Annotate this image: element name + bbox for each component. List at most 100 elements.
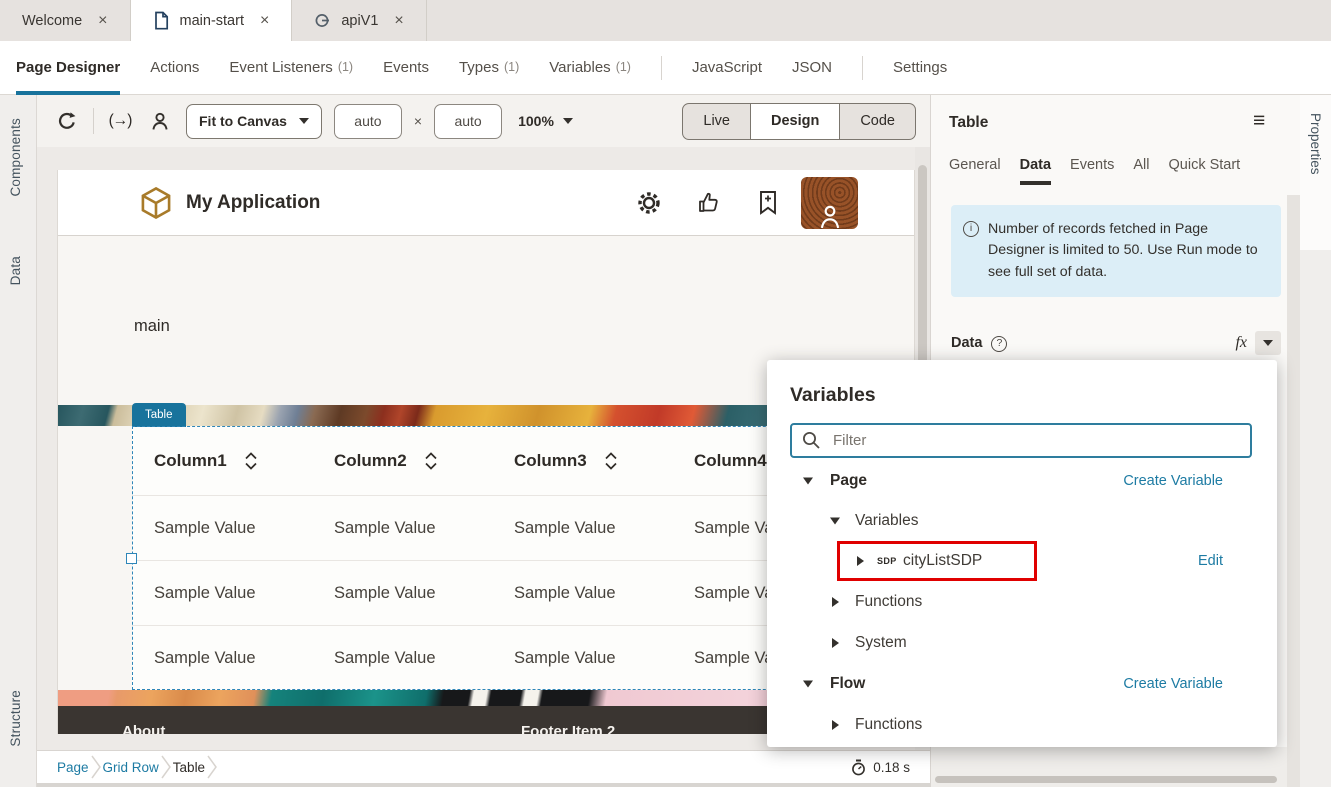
- filter-input[interactable]: [790, 423, 1252, 458]
- tab-quick-start[interactable]: Quick Start: [1169, 157, 1241, 185]
- chevron-down-icon[interactable]: [803, 478, 813, 485]
- tab-events[interactable]: Events: [1070, 157, 1114, 185]
- nav-javascript[interactable]: JavaScript: [692, 41, 762, 95]
- nav-types[interactable]: Types(1): [459, 41, 519, 95]
- breadcrumb-page[interactable]: Page: [57, 760, 89, 775]
- edit-variable-link[interactable]: Edit: [1198, 553, 1223, 569]
- close-icon[interactable]: ×: [98, 12, 107, 30]
- component-badge[interactable]: Table: [132, 403, 186, 427]
- nav-variables[interactable]: Variables(1): [549, 41, 631, 95]
- footer-item[interactable]: Footer Item 2: [521, 723, 615, 734]
- create-variable-link[interactable]: Create Variable: [1123, 676, 1223, 692]
- tab-data[interactable]: Data: [1020, 157, 1051, 185]
- tree-item-flow[interactable]: Flow Create Variable: [767, 664, 1277, 704]
- column-label: Column3: [514, 451, 587, 471]
- fit-to-canvas-select[interactable]: Fit to Canvas: [186, 104, 322, 139]
- breadcrumb-separator: [205, 754, 219, 780]
- thumbs-up-icon[interactable]: [696, 190, 722, 216]
- nav-events[interactable]: Events: [383, 41, 429, 95]
- footer-item[interactable]: About: [122, 723, 165, 734]
- refresh-button[interactable]: [53, 107, 81, 135]
- app-header[interactable]: My Application: [58, 170, 914, 236]
- audit-user-button[interactable]: [146, 107, 174, 135]
- info-message: Number of records fetched in Page Design…: [988, 219, 1265, 283]
- variables-assignment-icon: (→): [109, 112, 132, 130]
- nav-event-listeners[interactable]: Event Listeners(1): [229, 41, 353, 95]
- nav-settings[interactable]: Settings: [893, 41, 947, 95]
- tab-general[interactable]: General: [949, 157, 1001, 185]
- rail-tab-data[interactable]: Data: [8, 256, 23, 285]
- fx-dropdown-button[interactable]: [1255, 331, 1281, 355]
- tree-item-system[interactable]: System: [767, 623, 1277, 663]
- mode-design-button[interactable]: Design: [751, 103, 840, 140]
- user-avatar[interactable]: [801, 177, 858, 229]
- create-variable-link[interactable]: Create Variable: [1123, 473, 1223, 489]
- breadcrumb-grid-row[interactable]: Grid Row: [103, 760, 159, 775]
- stopwatch-icon: [851, 759, 866, 776]
- tree-item-flow-functions[interactable]: Functions: [767, 705, 1277, 745]
- panel-menu-icon[interactable]: ≡: [1253, 109, 1265, 133]
- sort-icon[interactable]: [245, 452, 257, 470]
- table-column-header[interactable]: Column3: [492, 451, 672, 471]
- editor-nav-bar: Page Designer Actions Event Listeners(1)…: [0, 41, 1331, 95]
- info-icon: i: [963, 221, 979, 237]
- chevron-right-icon[interactable]: [832, 638, 839, 648]
- bookmark-add-icon[interactable]: [758, 190, 778, 215]
- breadcrumb-table[interactable]: Table: [173, 760, 205, 775]
- tab-welcome[interactable]: Welcome ×: [0, 0, 131, 41]
- data-property-row: Data ? fx: [951, 331, 1281, 355]
- properties-tabs: General Data Events All Quick Start: [949, 157, 1240, 185]
- rail-tab-properties[interactable]: Properties: [1308, 113, 1323, 175]
- horizontal-scrollbar-thumb[interactable]: [935, 776, 1277, 783]
- close-icon[interactable]: ×: [260, 12, 269, 30]
- info-banner: i Number of records fetched in Page Desi…: [951, 205, 1281, 297]
- tree-item-page[interactable]: Page Create Variable: [767, 461, 1277, 501]
- zoom-select[interactable]: 100%: [518, 113, 573, 129]
- divider: [661, 56, 662, 80]
- rail-tab-components[interactable]: Components: [8, 118, 23, 197]
- table-column-header[interactable]: Column2: [312, 451, 492, 471]
- left-rail: Components Data Structure: [0, 95, 37, 787]
- nav-page-designer[interactable]: Page Designer: [16, 41, 120, 95]
- nav-json[interactable]: JSON: [792, 41, 832, 95]
- chevron-down-icon[interactable]: [803, 681, 813, 688]
- tree-item-variables[interactable]: Variables: [767, 501, 1277, 541]
- mode-live-button[interactable]: Live: [682, 103, 751, 140]
- person-icon: [150, 111, 170, 131]
- table-cell: Sample Value: [312, 584, 492, 603]
- close-icon[interactable]: ×: [394, 12, 403, 30]
- tab-label: main-start: [180, 13, 244, 29]
- chevron-down-icon[interactable]: [830, 518, 840, 525]
- canvas-width-input[interactable]: [334, 104, 402, 139]
- nav-actions[interactable]: Actions: [150, 41, 199, 95]
- rail-tab-structure[interactable]: Structure: [8, 690, 23, 747]
- endpoint-icon: [314, 12, 331, 29]
- table-column-header[interactable]: Column1: [132, 451, 312, 471]
- tab-apiv1[interactable]: apiV1 ×: [292, 0, 426, 41]
- settings-gear-icon[interactable]: [636, 190, 662, 216]
- table-cell: Sample Value: [132, 519, 312, 538]
- sort-icon[interactable]: [605, 452, 617, 470]
- chevron-right-icon[interactable]: [832, 720, 839, 730]
- canvas-height-input[interactable]: [434, 104, 502, 139]
- tab-label: Welcome: [22, 13, 82, 29]
- tree-item-page-functions[interactable]: Functions: [767, 582, 1277, 622]
- chevron-down-icon: [563, 118, 573, 124]
- variables-assignment-button[interactable]: (→): [106, 107, 134, 135]
- panel-vertical-scrollbar[interactable]: [1287, 195, 1300, 787]
- properties-title: Table: [949, 114, 988, 132]
- tree-item-citylistsdp[interactable]: SDP cityListSDP Edit: [767, 541, 1277, 581]
- help-icon[interactable]: ?: [991, 336, 1007, 352]
- mode-code-button[interactable]: Code: [840, 103, 916, 140]
- table-cell: Sample Value: [132, 584, 312, 603]
- column-label: Column1: [154, 451, 227, 471]
- selection-handle[interactable]: [126, 553, 137, 564]
- tab-main-start[interactable]: main-start ×: [131, 0, 293, 41]
- render-time: 0.18 s: [851, 759, 910, 776]
- chevron-right-icon[interactable]: [857, 556, 864, 566]
- sort-icon[interactable]: [425, 452, 437, 470]
- tab-all[interactable]: All: [1133, 157, 1149, 185]
- expression-fx-label[interactable]: fx: [1235, 334, 1247, 352]
- breadcrumb-separator: [89, 754, 103, 780]
- chevron-right-icon[interactable]: [832, 597, 839, 607]
